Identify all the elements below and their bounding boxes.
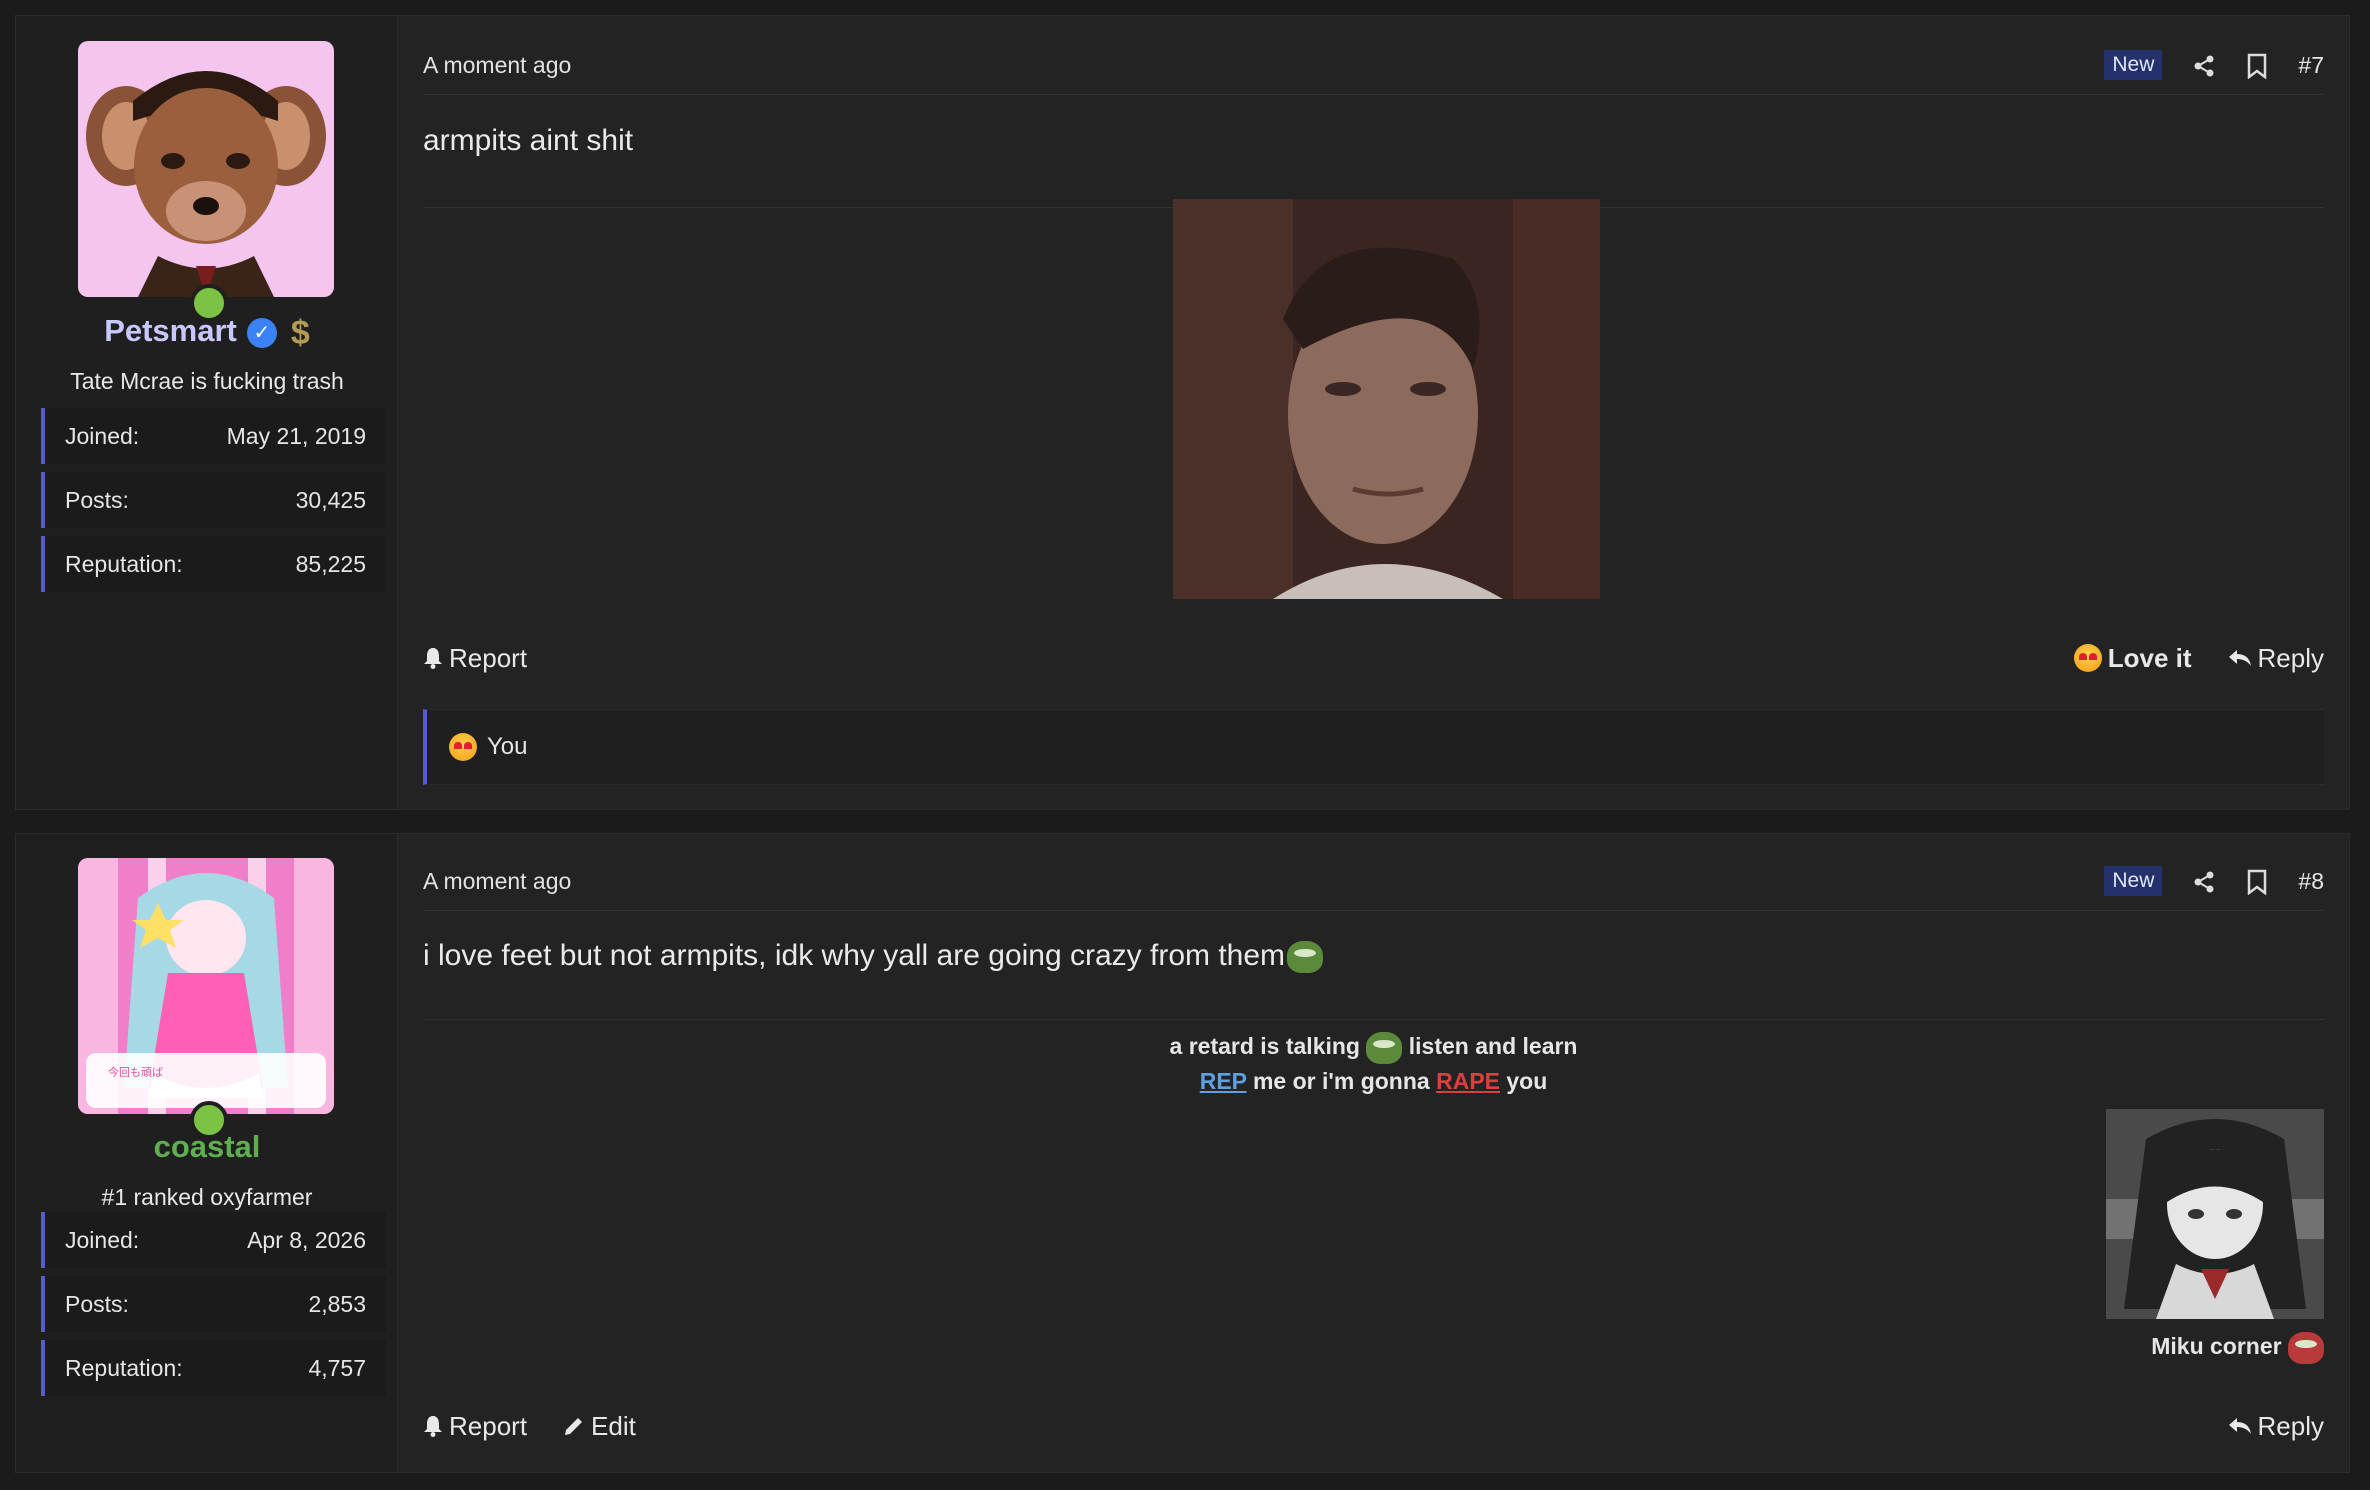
share-icon[interactable]: [2192, 868, 2216, 895]
avatar[interactable]: [78, 41, 334, 297]
username: Petsmart ✓ $: [16, 311, 398, 353]
post-header: A moment ago New #8: [423, 852, 2324, 911]
stat-value: May 21, 2019: [226, 422, 366, 449]
post-text: i love feet but not armpits, idk why yal…: [423, 939, 1286, 972]
stat-value: 4,757: [308, 1354, 366, 1381]
share-icon[interactable]: [2192, 52, 2216, 79]
stat-value: Apr 8, 2026: [247, 1226, 366, 1253]
signature-text: listen and learn: [1408, 1033, 1578, 1059]
post-8: 今回も頑ば coastal #1 ranked oxyfarmer Joined…: [15, 833, 2350, 1473]
pencil-icon: [565, 1418, 583, 1435]
signature-link[interactable]: RAPE: [1436, 1068, 1500, 1094]
username-link[interactable]: Petsmart: [104, 313, 237, 348]
user-sidebar: Petsmart ✓ $ Tate Mcrae is fucking trash J…: [16, 16, 398, 809]
stat-joined: Joined: Apr 8, 2026: [41, 1212, 386, 1268]
post-header: A moment ago New #7: [423, 36, 2324, 95]
stat-label: Posts:: [65, 1290, 129, 1317]
pepe-emoji-icon: [1287, 941, 1324, 974]
bell-icon: [424, 648, 442, 669]
verified-badge-icon: ✓: [246, 317, 277, 348]
bookmark-icon[interactable]: [2246, 51, 2268, 79]
username-link[interactable]: coastal: [154, 1129, 261, 1164]
post-content: armpits aint shit: [423, 124, 2324, 208]
post-content: i love feet but not armpits, idk why yal…: [423, 939, 2324, 1020]
stat-label: Reputation:: [65, 1354, 183, 1381]
user-title: #1 ranked oxyfarmer: [101, 1184, 313, 1210]
love-label: Love it: [2107, 642, 2192, 673]
report-button[interactable]: Report: [423, 1411, 527, 1442]
new-badge: New: [2104, 866, 2163, 896]
stat-reputation: Reputation: 4,757: [41, 1340, 386, 1396]
avatar[interactable]: 今回も頑ば: [78, 858, 334, 1114]
signature-text: a retard is talking: [1169, 1033, 1360, 1059]
rep-link[interactable]: REP: [1200, 1068, 1247, 1094]
report-label: Report: [449, 1410, 528, 1441]
post-main: A moment ago New #7 armpits aint shit Re…: [398, 16, 2349, 809]
post-main: A moment ago New #8 i love feet but not …: [398, 834, 2349, 1472]
post-image[interactable]: [1173, 199, 1600, 599]
report-label: Report: [449, 642, 528, 673]
stat-value: 85,225: [295, 550, 366, 577]
edit-label: Edit: [591, 1410, 636, 1441]
reactions-text: You: [487, 733, 528, 760]
stat-value: 2,853: [308, 1290, 366, 1317]
reactions-bar[interactable]: You: [423, 709, 2324, 785]
post-number[interactable]: #7: [2298, 52, 2324, 79]
love-it-button[interactable]: Love it: [2073, 642, 2192, 674]
post-time[interactable]: A moment ago: [423, 52, 571, 79]
stat-label: Joined:: [65, 1226, 140, 1253]
stat-label: Reputation:: [65, 550, 183, 577]
post-time[interactable]: A moment ago: [423, 868, 571, 895]
report-button[interactable]: Report: [423, 643, 527, 674]
edit-button[interactable]: Edit: [563, 1411, 636, 1442]
user-sidebar: 今回も頑ば coastal #1 ranked oxyfarmer Joined…: [16, 834, 398, 1472]
stat-joined: Joined: May 21, 2019: [41, 408, 386, 464]
pepe-emoji-icon: [2288, 1332, 2324, 1364]
stat-reputation: Reputation: 85,225: [41, 536, 386, 592]
user-title: Tate Mcrae is fucking trash: [70, 368, 344, 394]
reply-arrow-icon: [2228, 650, 2251, 666]
miku-caption-text: Miku corner: [2151, 1333, 2282, 1360]
reply-arrow-icon: [2228, 1418, 2251, 1434]
heart-eyes-emoji-icon: [2073, 644, 2102, 672]
reply-button[interactable]: Reply: [2228, 643, 2324, 674]
signature-image[interactable]: [2106, 1109, 2324, 1319]
post-actions: Report Love it Reply: [423, 638, 2324, 678]
svg-text:今回も頑ば: 今回も頑ば: [108, 1065, 163, 1079]
stat-posts: Posts: 2,853: [41, 1276, 386, 1332]
signature-text: you: [1506, 1068, 1548, 1094]
post-actions: Report Edit Reply: [423, 1406, 2324, 1446]
user-stats: Joined: Apr 8, 2026 Posts: 2,853 Reputat…: [41, 1212, 386, 1404]
stat-label: Posts:: [65, 486, 129, 513]
stat-posts: Posts: 30,425: [41, 472, 386, 528]
reply-button[interactable]: Reply: [2228, 1411, 2324, 1442]
signature: a retard is talking listen and learn REP…: [398, 1029, 2349, 1099]
pepe-emoji-icon: [1366, 1031, 1403, 1064]
stat-value: 30,425: [295, 486, 366, 513]
signature-caption: Miku corner: [2106, 1332, 2324, 1364]
dollar-icon: $: [290, 313, 310, 352]
post-number[interactable]: #8: [2298, 868, 2324, 895]
bell-icon: [424, 1416, 442, 1437]
user-stats: Joined: May 21, 2019 Posts: 30,425 Reput…: [41, 408, 386, 600]
post-7: Petsmart ✓ $ Tate Mcrae is fucking trash J…: [15, 15, 2350, 810]
bookmark-icon[interactable]: [2246, 867, 2268, 895]
post-text: armpits aint shit: [423, 124, 634, 157]
reply-label: Reply: [2257, 642, 2324, 673]
stat-label: Joined:: [65, 422, 140, 449]
signature-image-block: Miku corner: [2106, 1109, 2324, 1364]
new-badge: New: [2104, 50, 2163, 80]
reply-label: Reply: [2257, 1410, 2324, 1441]
signature-text: me or i'm gonna: [1252, 1068, 1430, 1094]
username: coastal: [16, 1127, 398, 1167]
heart-eyes-emoji-icon: [449, 733, 477, 761]
